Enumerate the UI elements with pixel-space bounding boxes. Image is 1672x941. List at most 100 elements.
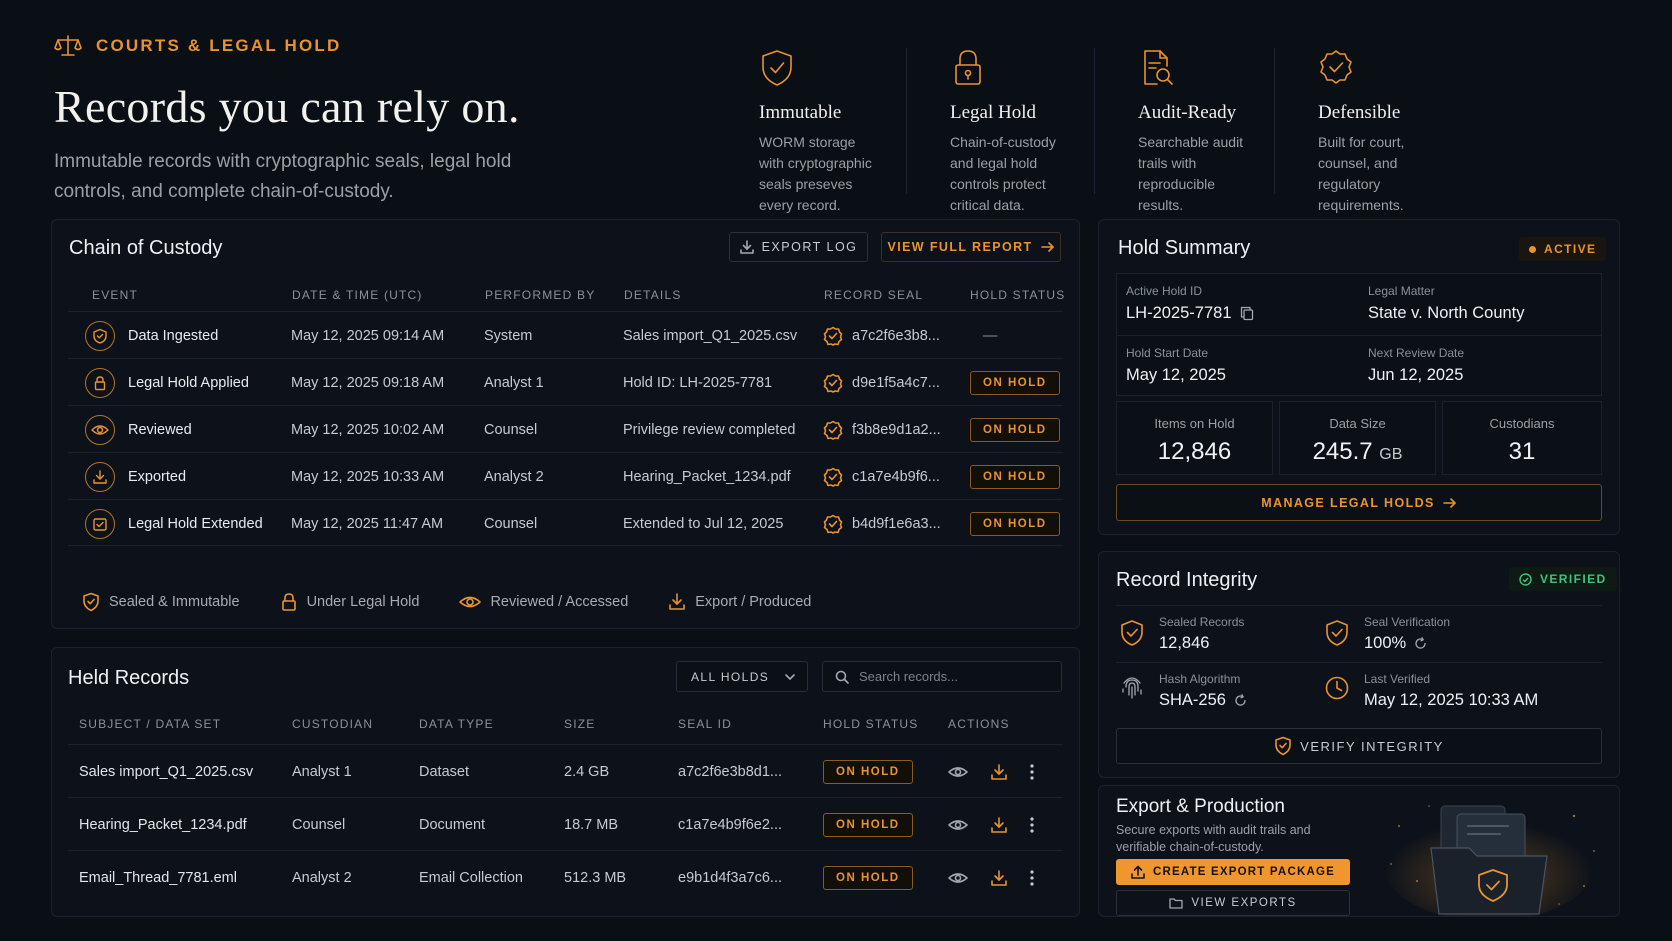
filter-value: ALL HOLDS xyxy=(691,669,770,684)
table-row[interactable]: Email_Thread_7781.eml Analyst 2 Email Co… xyxy=(68,850,1063,903)
search-input[interactable] xyxy=(859,669,1049,684)
feature-defensible: Defensible Built for court, counsel, and… xyxy=(1274,48,1464,213)
last-verified-label: Last Verified xyxy=(1364,672,1431,686)
feature-list: Immutable WORM storage with cryptographi… xyxy=(716,48,1464,213)
datetime-cell: May 12, 2025 10:33 AM xyxy=(291,468,445,485)
hold-status-cell: — xyxy=(983,312,998,359)
event-label: Legal Hold Extended xyxy=(128,515,263,532)
feature-immutable: Immutable WORM storage with cryptographi… xyxy=(716,48,906,213)
performed-by-cell: Analyst 1 xyxy=(484,374,544,391)
details-cell: Sales import_Q1_2025.csv xyxy=(623,327,798,344)
upload-icon xyxy=(1131,865,1145,879)
performed-by-cell: Counsel xyxy=(484,515,538,532)
hero-title: Records you can rely on. xyxy=(54,81,520,132)
table-row[interactable]: Legal Hold Extended May 12, 2025 11:47 A… xyxy=(68,499,1063,546)
table-row[interactable]: Exported May 12, 2025 10:33 AM Analyst 2… xyxy=(68,452,1063,499)
column-header: HOLD STATUS xyxy=(823,717,919,731)
download-icon[interactable] xyxy=(990,816,1008,834)
lock-icon xyxy=(280,592,298,612)
stat-data-size: Data Size 245.7 GB xyxy=(1279,401,1436,475)
eyebrow: COURTS & LEGAL HOLD xyxy=(54,34,694,58)
arrow-right-icon xyxy=(1442,497,1457,509)
legend-label: Export / Produced xyxy=(695,594,812,610)
seal-verification-value: 100% xyxy=(1364,634,1427,653)
feature-text: Chain-of-custody and legal hold controls… xyxy=(950,134,1056,213)
verify-label: VERIFY INTEGRITY xyxy=(1300,738,1444,754)
hash-text: SHA-256 xyxy=(1159,691,1226,709)
actions-cell xyxy=(948,798,1034,851)
refresh-icon[interactable] xyxy=(1234,694,1247,707)
datetime-cell: May 12, 2025 09:18 AM xyxy=(291,374,445,391)
verify-integrity-button[interactable]: VERIFY INTEGRITY xyxy=(1116,728,1602,764)
next-review-value: Jun 12, 2025 xyxy=(1368,366,1464,384)
hold-summary-panel: Hold Summary ACTIVE Active Hold ID LH-20… xyxy=(1098,219,1620,535)
on-hold-badge: ON HOLD xyxy=(970,464,1060,489)
fingerprint-icon xyxy=(1119,673,1145,701)
details-cell: Extended to Jul 12, 2025 xyxy=(623,515,784,532)
export-production-panel: Export & Production Secure exports with … xyxy=(1098,785,1620,917)
hold-status-cell: ON HOLD xyxy=(970,453,1060,500)
table-row[interactable]: Reviewed May 12, 2025 10:02 AM Counsel P… xyxy=(68,405,1063,452)
seal-check-icon xyxy=(823,326,843,346)
legend-item: Reviewed / Accessed xyxy=(459,592,628,612)
manage-legal-holds-button[interactable]: MANAGE LEGAL HOLDS xyxy=(1116,484,1602,521)
eyebrow-text: COURTS & LEGAL HOLD xyxy=(96,36,342,55)
event-label: Exported xyxy=(128,468,187,485)
clock-icon xyxy=(1324,675,1350,701)
more-options-icon[interactable] xyxy=(1030,763,1034,780)
seal-cell: c1a7e4b9f6... xyxy=(823,453,940,500)
view-icon[interactable] xyxy=(948,765,968,779)
shield-icon xyxy=(85,320,115,351)
table-row[interactable]: Data Ingested May 12, 2025 09:14 AM Syst… xyxy=(68,311,1063,358)
copy-icon[interactable] xyxy=(1240,306,1254,321)
column-header: DATE & TIME (UTC) xyxy=(292,288,423,302)
hold-id-text: LH-2025-7781 xyxy=(1126,304,1232,322)
hold-status-cell: ON HOLD xyxy=(970,359,1060,406)
view-full-report-button[interactable]: VIEW FULL REPORT xyxy=(881,232,1061,262)
actions-cell xyxy=(948,851,1034,904)
view-icon[interactable] xyxy=(948,818,968,832)
subject-cell: Hearing_Packet_1234.pdf xyxy=(79,816,247,833)
feature-text: WORM storage with cryptographic seals pr… xyxy=(759,134,872,213)
refresh-icon[interactable] xyxy=(1414,637,1427,650)
hold-filter-select[interactable]: ALL HOLDS xyxy=(676,661,808,692)
feature-title: Audit-Ready xyxy=(1138,102,1237,123)
hold-start-value: May 12, 2025 xyxy=(1126,366,1226,384)
event-label: Data Ingested xyxy=(128,327,219,344)
feature-title: Defensible xyxy=(1318,102,1401,123)
seal-hash: c1a7e4b9f6... xyxy=(852,468,940,485)
hash-algorithm-value: SHA-256 xyxy=(1159,691,1247,710)
table-row[interactable]: Sales import_Q1_2025.csv Analyst 1 Datas… xyxy=(68,744,1063,797)
hold-status-cell: ON HOLD xyxy=(970,500,1060,547)
table-row[interactable]: Legal Hold Applied May 12, 2025 09:18 AM… xyxy=(68,358,1063,405)
sealed-records-value: 12,846 xyxy=(1159,634,1210,652)
export-log-button[interactable]: EXPORT LOG xyxy=(729,232,868,262)
more-options-icon[interactable] xyxy=(1030,869,1034,886)
view-report-label: VIEW FULL REPORT xyxy=(887,240,1033,254)
event-cell: Legal Hold Extended xyxy=(85,500,263,547)
table-row[interactable]: Hearing_Packet_1234.pdf Counsel Document… xyxy=(68,797,1063,850)
view-icon[interactable] xyxy=(948,871,968,885)
view-exports-button[interactable]: VIEW EXPORTS xyxy=(1116,890,1350,916)
hold-status-cell: ON HOLD xyxy=(823,851,913,904)
more-options-icon[interactable] xyxy=(1030,816,1034,833)
performed-by-cell: Analyst 2 xyxy=(484,468,544,485)
search-field[interactable] xyxy=(822,661,1062,692)
on-hold-badge: ON HOLD xyxy=(970,511,1060,536)
column-header: ACTIONS xyxy=(948,717,1010,731)
event-cell: Exported xyxy=(85,453,186,500)
hold-status-cell: ON HOLD xyxy=(823,798,913,851)
download-icon xyxy=(85,461,115,492)
stat-value: 31 xyxy=(1508,438,1536,465)
on-hold-badge: ON HOLD xyxy=(970,417,1060,442)
size-number: 245.7 xyxy=(1312,438,1373,465)
download-icon[interactable] xyxy=(990,869,1008,887)
column-header: HOLD STATUS xyxy=(970,288,1066,302)
download-icon[interactable] xyxy=(990,763,1008,781)
export-folder-illustration xyxy=(1369,786,1609,916)
on-hold-badge: ON HOLD xyxy=(823,759,913,784)
create-export-package-button[interactable]: CREATE EXPORT PACKAGE xyxy=(1116,859,1350,885)
seal-badge-icon xyxy=(1318,48,1440,88)
legend-item: Export / Produced xyxy=(668,592,811,612)
on-hold-badge: ON HOLD xyxy=(823,865,913,890)
